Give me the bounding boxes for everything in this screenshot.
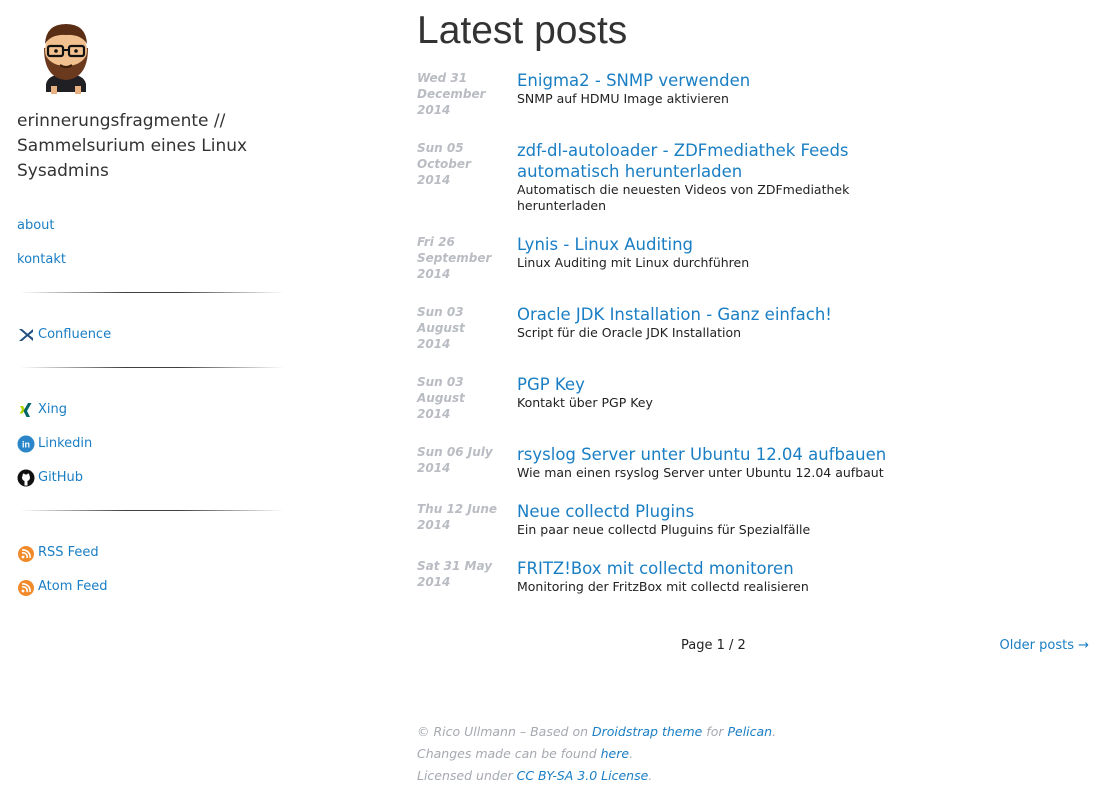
post-title-link[interactable]: PGP Key (517, 374, 897, 395)
post-title-link[interactable]: zdf-dl-autoloader - ZDFmediathek Feeds a… (517, 140, 897, 182)
link-xing-label: Xing (38, 402, 68, 417)
post-date: Thu 12 June 2014 (417, 502, 498, 532)
linkedin-icon: in (17, 435, 35, 453)
post-date: Sun 03 August 2014 (417, 305, 465, 351)
post-date: Sat 31 May 2014 (417, 559, 493, 589)
link-linkedin-label: Linkedin (38, 436, 93, 451)
footer-text: © Rico Ullmann – Based on (417, 724, 592, 739)
post-summary: Automatisch die neuesten Videos von ZDFm… (517, 182, 850, 213)
footer-line-credits: © Rico Ullmann – Based on Droidstrap the… (417, 721, 1089, 743)
post-summary: Kontakt über PGP Key (517, 395, 653, 410)
post-title-link[interactable]: rsyslog Server unter Ubuntu 12.04 aufbau… (517, 444, 897, 465)
footer-text: . (772, 724, 777, 739)
post-summary: SNMP auf HDMU Image aktivieren (517, 91, 729, 106)
rss-icon (17, 544, 35, 562)
post-summary: Ein paar neue collectd Pluguins für Spez… (517, 522, 811, 537)
avatar[interactable] (36, 18, 96, 96)
post-date: Sun 06 July 2014 (417, 445, 493, 475)
pelican-link[interactable]: Pelican (727, 724, 772, 739)
license-link[interactable]: CC BY-SA 3.0 License (517, 768, 649, 783)
post-title-link[interactable]: Enigma2 - SNMP verwenden (517, 70, 897, 91)
link-rss-feed-label: RSS Feed (38, 545, 99, 560)
post-date: Fri 26 September 2014 (417, 235, 492, 281)
footer-text: Licensed under (417, 768, 517, 783)
footer-text: . (629, 746, 634, 761)
github-icon (17, 469, 35, 487)
post-date: Sun 03 August 2014 (417, 375, 465, 421)
link-atom-feed-label: Atom Feed (38, 579, 108, 594)
post-title-link[interactable]: Neue collectd Plugins (517, 501, 897, 522)
post-title-link[interactable]: Lynis - Linux Auditing (517, 234, 897, 255)
droidstrap-theme-link[interactable]: Droidstrap theme (592, 724, 702, 739)
rss-icon (17, 578, 35, 596)
sidebar-divider (20, 367, 284, 368)
link-confluence[interactable]: Confluence (17, 326, 111, 344)
post-summary: Monitoring der FritzBox mit collectd rea… (517, 579, 809, 594)
post-title-link[interactable]: FRITZ!Box mit collectd monitoren (517, 558, 897, 579)
post-title-link[interactable]: Oracle JDK Installation - Ganz einfach! (517, 304, 897, 325)
nav-link-about[interactable]: about (17, 218, 55, 234)
site-title[interactable]: erinnerungsfragmente // Sammelsurium ein… (17, 109, 287, 184)
page-title: Latest posts (417, 9, 628, 52)
link-github-label: GitHub (38, 470, 84, 485)
link-linkedin[interactable]: in Linkedin (17, 435, 92, 453)
link-atom-feed[interactable]: Atom Feed (17, 578, 108, 596)
post-date: Wed 31 December 2014 (417, 71, 486, 117)
changes-here-link[interactable]: here (601, 746, 629, 761)
sidebar-divider (20, 510, 284, 511)
confluence-icon (17, 326, 35, 344)
link-github[interactable]: GitHub (17, 469, 83, 487)
link-rss-feed[interactable]: RSS Feed (17, 544, 99, 562)
post-summary: Wie man einen rsyslog Server unter Ubunt… (517, 465, 884, 480)
footer: © Rico Ullmann – Based on Droidstrap the… (417, 721, 1089, 787)
link-xing[interactable]: Xing (17, 401, 67, 419)
pagination-label: Page 1 / 2 (681, 638, 746, 653)
footer-line-license: Licensed under CC BY-SA 3.0 License. (417, 765, 1089, 787)
post-summary: Linux Auditing mit Linux durchführen (517, 255, 750, 270)
svg-text:in: in (22, 440, 30, 450)
xing-icon (17, 401, 35, 419)
sidebar-divider (20, 292, 284, 293)
footer-line-changes: Changes made can be found here. (417, 743, 1089, 765)
post-summary: Script für die Oracle JDK Installation (517, 325, 742, 340)
footer-text: Changes made can be found (417, 746, 601, 761)
nav-link-kontakt[interactable]: kontakt (17, 252, 66, 268)
footer-text: for (702, 724, 728, 739)
older-posts-link[interactable]: Older posts → (1000, 638, 1089, 654)
post-date: Sun 05 October 2014 (417, 141, 471, 187)
link-confluence-label: Confluence (38, 327, 112, 342)
footer-text: . (648, 768, 653, 783)
